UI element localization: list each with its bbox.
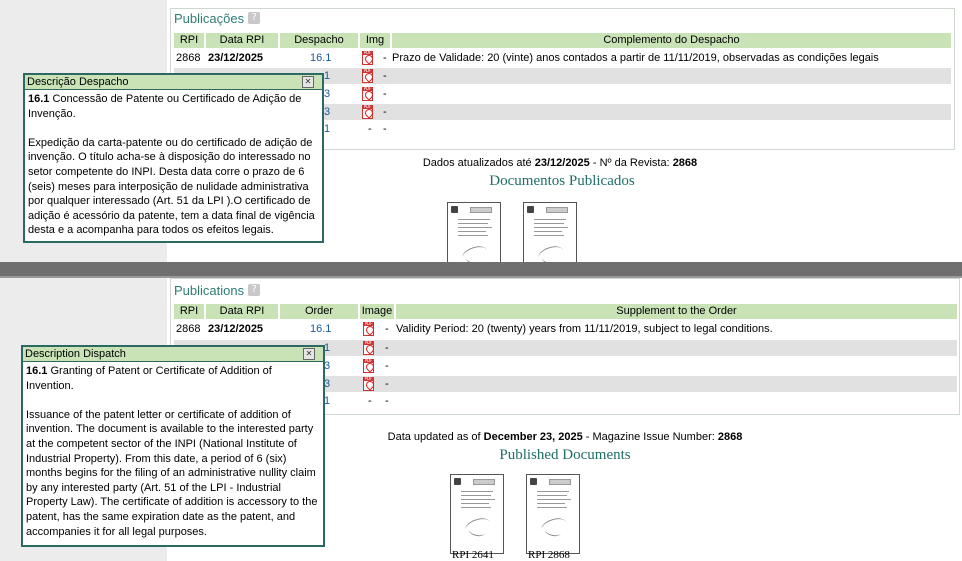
docs-title: Documentos Publicados <box>489 173 635 189</box>
updated-mid: - Magazine Issue Number: <box>582 431 718 443</box>
top-panel: Publicações? RPI Data RPI Despacho Img C… <box>0 0 962 262</box>
updated-info: Dados atualizados até 23/12/2025 - Nº da… <box>380 157 740 169</box>
document-thumbnail[interactable] <box>523 202 577 262</box>
bottom-panel: Publications? RPI Data RPI Order Image S… <box>0 278 962 561</box>
popup-title: Description Dispatch <box>25 348 126 360</box>
col-header-date: Data RPI <box>206 33 278 48</box>
table-row: 2868 23/12/2025 16.1 - Validity Period: … <box>174 321 957 337</box>
popup-body: 16.1 Concessão de Patente ou Certificado… <box>25 90 322 238</box>
updated-info: Data updated as of December 23, 2025 - M… <box>345 431 785 443</box>
updated-mid: - Nº da Revista: <box>589 157 673 169</box>
cell-dash: - <box>383 123 387 135</box>
dispatch-link[interactable]: 3 <box>324 104 330 120</box>
popup-description: Issuance of the patent letter or certifi… <box>26 408 318 538</box>
cell-dash: - <box>385 378 389 390</box>
pdf-icon[interactable] <box>363 341 374 355</box>
dispatch-link[interactable]: 3 <box>324 86 330 102</box>
cell-complement: Validity Period: 20 (twenty) years from … <box>396 323 773 335</box>
updated-prefix: Data updated as of <box>387 431 484 443</box>
cell-dash: - <box>383 52 387 64</box>
col-header-rpi: RPI <box>174 304 204 319</box>
cell-dash: - <box>383 70 387 82</box>
dispatch-link[interactable]: 1 <box>324 68 330 84</box>
section-title-text: Publicações <box>174 11 245 26</box>
document-thumbnail[interactable] <box>450 474 504 554</box>
document-caption[interactable]: RPI 2868 <box>528 549 570 561</box>
col-header-dispatch: Despacho <box>280 33 358 48</box>
dispatch-link[interactable]: 16.1 <box>310 50 331 66</box>
cell-dash: - <box>385 395 389 407</box>
popup-body: 16.1 Granting of Patent or Certificate o… <box>23 362 323 539</box>
pdf-icon[interactable] <box>363 377 374 391</box>
cell-complement: Prazo de Validade: 20 (vinte) anos conta… <box>392 52 879 64</box>
close-icon[interactable]: ✕ <box>303 348 315 360</box>
dispatch-link[interactable]: 1 <box>324 121 330 137</box>
section-title: Publicações? <box>174 11 261 26</box>
col-header-date: Data RPI <box>206 304 278 319</box>
col-header-rpi: RPI <box>174 33 204 48</box>
cell-img-dash: - <box>368 395 372 407</box>
dispatch-description-popup: Description Dispatch ✕ 16.1 Granting of … <box>21 345 325 547</box>
cell-dash: - <box>385 323 389 335</box>
updated-issue: 2868 <box>717 431 743 443</box>
updated-prefix: Dados atualizados até <box>422 157 535 169</box>
col-header-complement: Supplement to the Order <box>396 304 957 319</box>
screenshot-divider <box>0 262 962 278</box>
cell-dash: - <box>385 360 389 372</box>
pdf-icon[interactable] <box>362 105 373 119</box>
col-header-img: Img <box>360 33 390 48</box>
dispatch-description-popup: Descrição Despacho ✕ 16.1 Concessão de P… <box>23 73 324 243</box>
close-icon[interactable]: ✕ <box>302 76 314 88</box>
cell-rpi: 2868 <box>176 52 201 64</box>
popup-heading: Concessão de Patente ou Certificado de A… <box>28 93 302 120</box>
popup-description: Expedição da carta-patente ou do certifi… <box>28 136 315 237</box>
section-title-text: Publications <box>174 283 245 298</box>
cell-date: 23/12/2025 <box>208 52 264 64</box>
cell-dash: - <box>383 106 387 118</box>
dispatch-link[interactable]: 16.1 <box>310 321 331 337</box>
document-caption[interactable]: RPI 2641 <box>452 549 494 561</box>
popup-title: Descrição Despacho <box>27 76 129 88</box>
pdf-icon[interactable] <box>363 359 374 373</box>
help-icon[interactable]: ? <box>248 12 261 24</box>
popup-heading: Granting of Patent or Certificate of Add… <box>26 365 272 392</box>
popup-titlebar: Descrição Despacho ✕ <box>25 75 322 90</box>
document-thumbnail[interactable] <box>526 474 580 554</box>
col-header-dispatch: Order <box>280 304 358 319</box>
cell-date: 23/12/2025 <box>208 323 264 335</box>
document-thumbnail[interactable] <box>447 202 501 262</box>
popup-code: 16.1 <box>28 93 50 105</box>
docs-title: Published Documents <box>499 447 631 463</box>
col-header-img: Image <box>360 304 394 319</box>
popup-titlebar: Description Dispatch ✕ <box>23 347 323 362</box>
updated-date: December 23, 2025 <box>483 431 583 443</box>
table-row: 2868 23/12/2025 16.1 - Prazo de Validade… <box>174 50 951 66</box>
pdf-icon[interactable] <box>362 87 373 101</box>
section-title: Publications? <box>174 283 261 298</box>
pdf-icon[interactable] <box>362 69 373 83</box>
popup-code: 16.1 <box>26 365 48 377</box>
pdf-icon[interactable] <box>363 322 374 336</box>
help-icon[interactable]: ? <box>248 284 261 296</box>
col-header-complement: Complemento do Despacho <box>392 33 951 48</box>
pdf-icon[interactable] <box>362 51 373 65</box>
cell-rpi: 2868 <box>176 323 201 335</box>
updated-date: 23/12/2025 <box>534 157 590 169</box>
cell-dash: - <box>385 342 389 354</box>
updated-issue: 2868 <box>672 157 698 169</box>
cell-img-dash: - <box>368 123 372 135</box>
cell-dash: - <box>383 88 387 100</box>
